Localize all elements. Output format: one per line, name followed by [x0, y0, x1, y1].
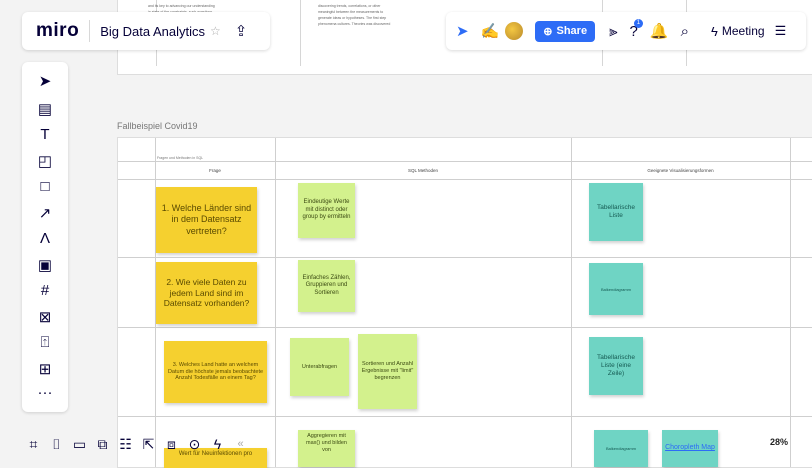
sticky-note-visualization[interactable]: Tabellarische Liste	[589, 183, 643, 241]
grid-line	[118, 416, 812, 417]
sticky-note-question[interactable]: 1. Welche Länder sind in dem Datensatz v…	[156, 187, 257, 253]
collapse-icon[interactable]: «	[229, 438, 252, 450]
grid-line	[118, 179, 812, 180]
doc-line: and its key to advancing our understandi…	[148, 4, 215, 8]
globe-icon: ⊕	[543, 25, 553, 38]
avatar[interactable]	[505, 22, 524, 40]
sticky-note-visualization[interactable]: Choropleth Map	[662, 430, 718, 467]
export-icon[interactable]: ⇱	[137, 436, 160, 453]
bell-icon[interactable]: 🔔	[650, 22, 669, 40]
upload-icon[interactable]: ⇪	[235, 22, 248, 40]
collaboration-bar: ➤ ✍ ⊕ Share ⫸ ? 1 🔔 ⌕ ϟ Meeting ☰	[446, 12, 806, 50]
meeting-button[interactable]: Meeting	[722, 24, 765, 38]
board-title[interactable]: Big Data Analytics	[100, 24, 205, 39]
sticky-note-icon[interactable]: ◰	[22, 152, 68, 170]
grid-line	[118, 161, 812, 162]
doc-line: phenomena cultures. Theories was discove…	[318, 22, 391, 26]
grid-line	[118, 327, 812, 328]
grid-line	[571, 138, 572, 467]
screen-share-icon[interactable]: ⧉	[91, 436, 114, 453]
grid-line	[790, 138, 791, 467]
connection-line-icon[interactable]: ↗	[22, 204, 68, 222]
notification-badge: 1	[633, 18, 643, 28]
cards-icon[interactable]: ☷	[114, 436, 137, 453]
embed-icon[interactable]: ⍐	[22, 334, 68, 351]
frame-label[interactable]: Fallbeispiel Covid19	[117, 121, 198, 131]
more-tools-icon[interactable]: ···	[22, 384, 68, 401]
doc-line: meaningful between the measurements to	[318, 10, 384, 14]
doc-line: discovering trends, correlations, or oth…	[318, 4, 381, 8]
timer-icon[interactable]: ⊙	[183, 436, 206, 453]
follow-cursor-icon[interactable]: ➤	[456, 22, 469, 40]
sticky-note-question[interactable]: 3. Welches Land hatte an welchem Datum d…	[164, 341, 267, 403]
choropleth-link[interactable]: Choropleth Map	[665, 444, 715, 453]
frames-icon[interactable]: ⌗	[22, 436, 45, 453]
sticky-note-question[interactable]: 2. Wie viele Daten zu jedem Land sind im…	[156, 262, 257, 324]
share-button[interactable]: ⊕ Share	[535, 20, 596, 42]
sticky-note-method[interactable]: Einfaches Zählen, Gruppieren und Sortier…	[298, 260, 355, 312]
column-header-sql: SQL Methoden	[407, 168, 439, 173]
settings-sliders-icon[interactable]: ⫸	[609, 23, 617, 40]
doc-line: generate ideas or hypotheses. The first …	[318, 16, 387, 20]
column-header-frage: Frage	[209, 168, 221, 173]
sticky-note-visualization[interactable]: Tabellarische Liste (eine Zeile)	[589, 337, 643, 395]
zoom-level[interactable]: 28%	[770, 437, 788, 447]
sticky-note-method[interactable]: Aggregieren mit max() und bilden von	[298, 430, 355, 467]
share-button-label: Share	[556, 25, 588, 37]
notes-panel-icon[interactable]: ☰	[775, 23, 787, 39]
select-cursor-icon[interactable]: ➤	[22, 72, 68, 90]
help-icon[interactable]: ? 1	[630, 18, 643, 40]
comments-icon[interactable]: ⌷	[45, 436, 68, 453]
sticky-note-method[interactable]: Eindeutige Werte mit distinct oder group…	[298, 183, 355, 238]
upload-box-icon[interactable]: ⊠	[22, 308, 68, 326]
presentation-icon[interactable]: ⧈	[160, 436, 183, 453]
sticky-note-visualization[interactable]: Balkendiagramm	[589, 263, 643, 315]
reactions-icon[interactable]: ✍	[481, 22, 500, 40]
text-icon[interactable]: T	[22, 126, 68, 143]
comment-icon[interactable]: ▣	[22, 256, 68, 274]
grid-line	[275, 138, 276, 467]
board-header: miro Big Data Analytics ☆ ⇪	[22, 12, 270, 50]
creation-toolbar: ➤ ▤ T ◰ □ ↗ Λ ▣ # ⊠ ⍐ ⊞ ···	[22, 62, 68, 412]
shape-icon[interactable]: □	[22, 178, 68, 195]
pen-icon[interactable]: Λ	[22, 230, 68, 247]
sticky-note-method[interactable]: Sortieren und Anzahl Ergebnisse mit "lim…	[358, 334, 417, 409]
frame-icon[interactable]: #	[22, 282, 68, 299]
bottom-toolbar: ⌗ ⌷ ▭ ⧉ ☷ ⇱ ⧈ ⊙ ϟ «	[22, 428, 280, 460]
chat-icon[interactable]: ▭	[68, 436, 91, 453]
grid-line	[118, 257, 812, 258]
table-icon[interactable]: ⊞	[22, 360, 68, 378]
sticky-note-visualization[interactable]: Balkendiagramm	[594, 430, 648, 467]
activity-icon[interactable]: ϟ	[206, 436, 229, 452]
miro-logo[interactable]: miro	[36, 20, 79, 42]
star-icon[interactable]: ☆	[210, 24, 221, 38]
lightning-icon[interactable]: ϟ	[711, 24, 718, 39]
sticky-note-method[interactable]: Unterabfragen	[290, 338, 349, 396]
column-header-viz: Geeignete Visualisierungsformen	[647, 168, 714, 173]
frame-covid19: Fragen und Methoden in SQL Frage SQL Met…	[117, 137, 812, 468]
table-caption: Fragen und Methoden in SQL	[157, 156, 204, 160]
templates-icon[interactable]: ▤	[22, 100, 68, 118]
search-icon[interactable]: ⌕	[681, 23, 689, 40]
header-divider	[89, 20, 91, 42]
